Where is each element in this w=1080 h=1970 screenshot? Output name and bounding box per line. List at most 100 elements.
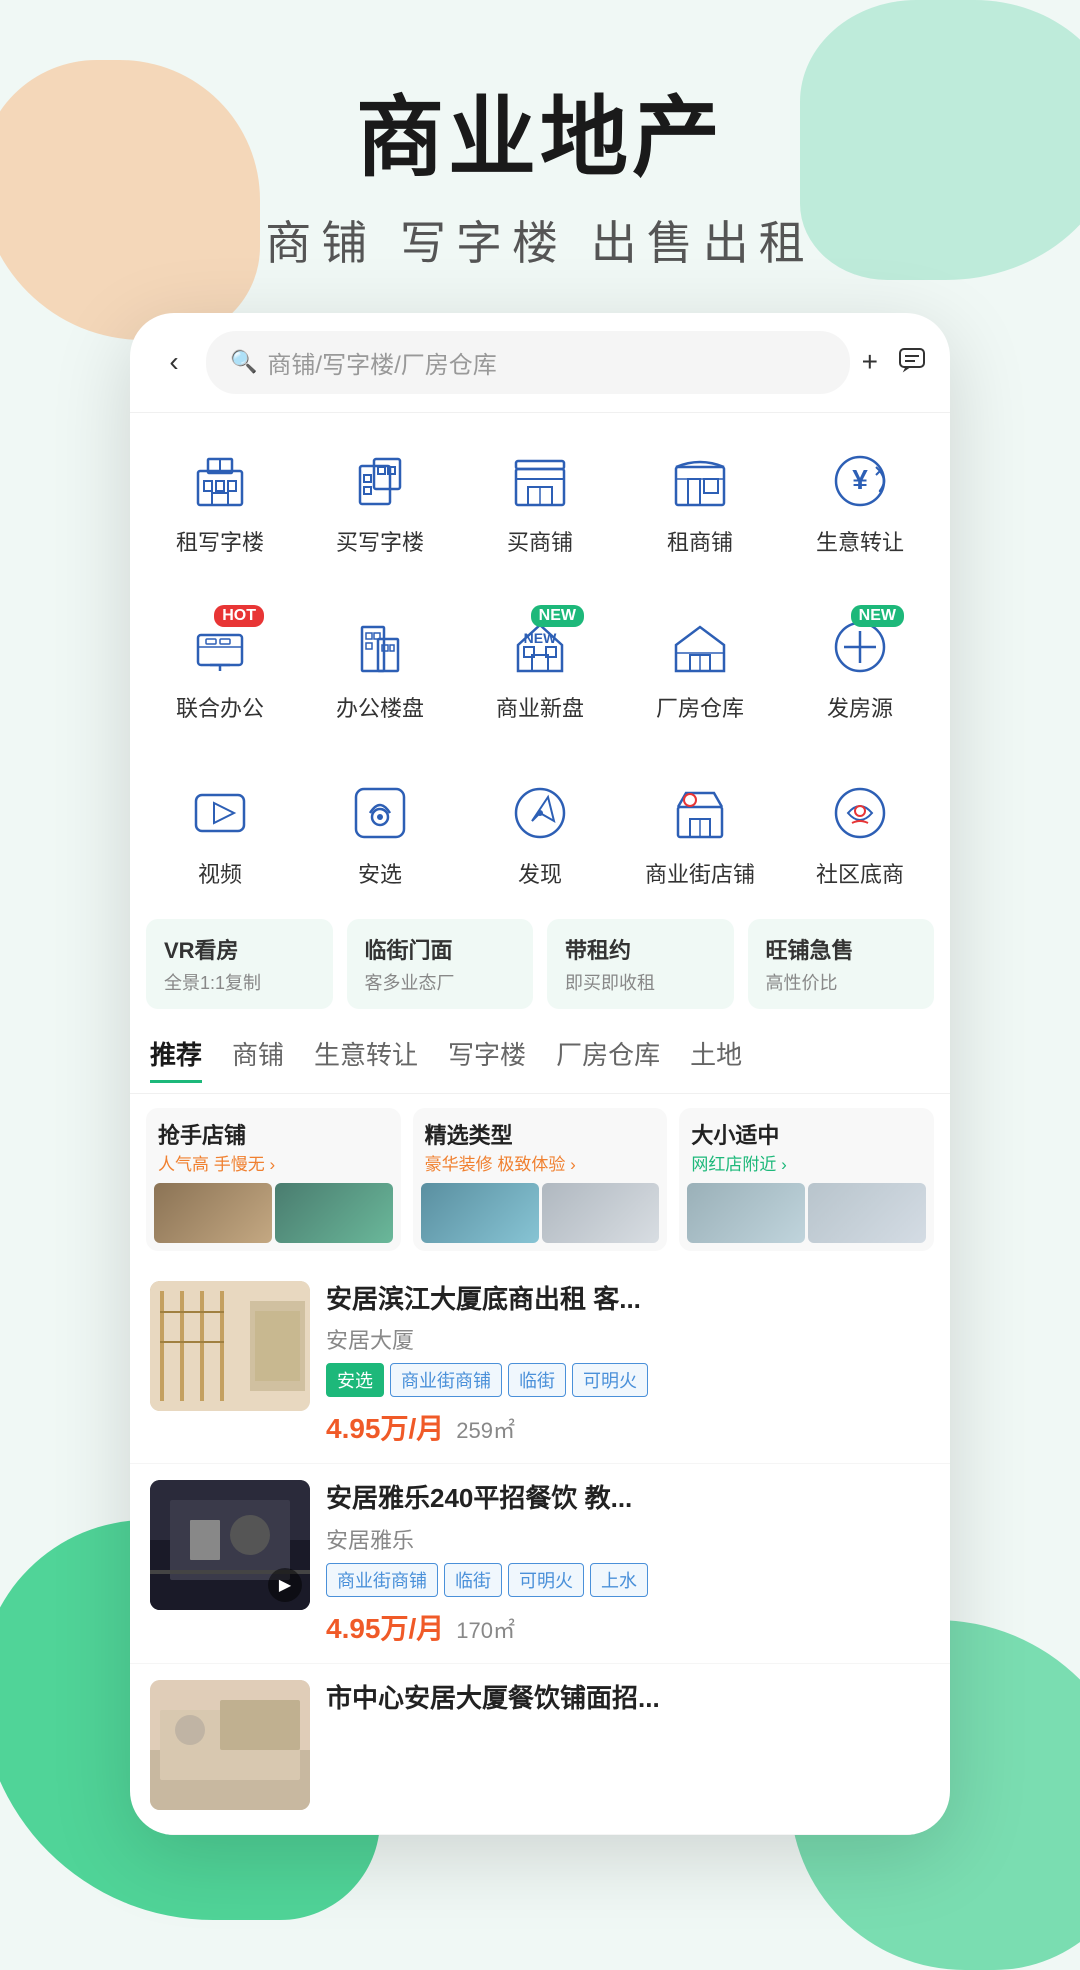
cat-transfer-biz-icon-wrap: ¥ bbox=[824, 445, 896, 517]
feat-tag-street-front-title: 临街门面 bbox=[365, 933, 516, 965]
promo-card-right-size-title: 大小适中 bbox=[691, 1118, 922, 1150]
feat-tag-with-rent-sub: 即买即收租 bbox=[565, 969, 716, 995]
cat-buy-office-icon-wrap bbox=[344, 445, 416, 517]
feat-tag-street-front-sub: 客多业态厂 bbox=[365, 969, 516, 995]
page-main-title: 商业地产 bbox=[0, 90, 1080, 187]
search-icon: 🔍 bbox=[230, 349, 257, 375]
cat-video-label: 视频 bbox=[198, 857, 242, 889]
cat-video[interactable]: 视频 bbox=[140, 765, 300, 901]
cat-commercial-new-label: 商业新盘 bbox=[496, 691, 584, 723]
chat-button[interactable] bbox=[898, 345, 926, 380]
cat-rent-office-icon-wrap bbox=[184, 445, 256, 517]
back-button[interactable]: ‹ bbox=[154, 346, 194, 378]
feat-tag-urgent-sell-sub: 高性价比 bbox=[766, 969, 917, 995]
cat-transfer-biz[interactable]: ¥ 生意转让 bbox=[780, 433, 940, 569]
cat-buy-shop[interactable]: 买商铺 bbox=[460, 433, 620, 569]
badge-hot: HOT bbox=[214, 605, 264, 627]
add-button[interactable]: + bbox=[862, 346, 878, 378]
tag-anxuan: 安选 bbox=[326, 1363, 384, 1397]
cat-post-source[interactable]: NEW 发房源 bbox=[780, 599, 940, 735]
listing-1-info: 安居滨江大厦底商出租 客... 安居大厦 安选 商业街商铺 临街 可明火 4.9… bbox=[326, 1281, 930, 1447]
listing-1-price-row: 4.95万/月 259㎡ bbox=[326, 1407, 930, 1447]
promo-img-3 bbox=[421, 1183, 539, 1243]
tag-street-shop: 商业街商铺 bbox=[390, 1363, 502, 1397]
cat-buy-office[interactable]: 买写字楼 bbox=[300, 433, 460, 569]
promo-card-grab-shop-title: 抢手店铺 bbox=[158, 1118, 389, 1150]
promo-card-selected-type-header: 精选类型 豪华装修 极致体验 › bbox=[413, 1108, 668, 1179]
svg-text:¥: ¥ bbox=[852, 464, 868, 495]
page-sub-title: 商铺 写字楼 出售出租 bbox=[0, 207, 1080, 273]
cat-community-shop-label: 社区底商 bbox=[816, 857, 904, 889]
listing-2-play-button[interactable]: ▶ bbox=[268, 1568, 302, 1602]
cat-office-building[interactable]: 办公楼盘 bbox=[300, 599, 460, 735]
promo-card-selected-type[interactable]: 精选类型 豪华装修 极致体验 › bbox=[413, 1108, 668, 1251]
promo-img-6 bbox=[808, 1183, 926, 1243]
tag-2-street-shop: 商业街商铺 bbox=[326, 1563, 438, 1597]
cat-discover[interactable]: 发现 bbox=[460, 765, 620, 901]
cat-rent-shop-label: 租商铺 bbox=[667, 525, 733, 557]
feat-tag-street-front[interactable]: 临街门面 客多业态厂 bbox=[347, 919, 534, 1009]
cat-commercial-new[interactable]: NEW NEW 商业新盘 bbox=[460, 599, 620, 735]
feat-tag-with-rent[interactable]: 带租约 即买即收租 bbox=[547, 919, 734, 1009]
cat-warehouse[interactable]: 厂房仓库 bbox=[620, 599, 780, 735]
search-bar[interactable]: 🔍 商铺/写字楼/厂房仓库 bbox=[206, 331, 850, 394]
listing-item-2[interactable]: ▶ 安居雅乐240平招餐饮 教... 安居雅乐 商业街商铺 临街 可明火 上水 … bbox=[130, 1464, 950, 1663]
promo-card-grab-shop-imgs bbox=[146, 1179, 401, 1251]
top-bar-actions: + bbox=[862, 345, 926, 380]
cat-buy-office-label: 买写字楼 bbox=[336, 525, 424, 557]
cat-cowork[interactable]: HOT 联合办公 bbox=[140, 599, 300, 735]
cat-street-shops-icon-wrap bbox=[664, 777, 736, 849]
promo-card-grab-shop-sub: 人气高 手慢无 › bbox=[158, 1150, 389, 1175]
cat-community-shop-icon-wrap bbox=[824, 777, 896, 849]
cat-video-icon-wrap bbox=[184, 777, 256, 849]
cat-cowork-icon-wrap: HOT bbox=[184, 611, 256, 683]
category-grid-row2: HOT 联合办公 bbox=[130, 579, 950, 745]
tabs-row: 推荐 商铺 生意转让 写字楼 厂房仓库 土地 bbox=[130, 1025, 950, 1094]
cat-street-shops[interactable]: 商业街店铺 bbox=[620, 765, 780, 901]
listing-3-title: 市中心安居大厦餐饮铺面招... bbox=[326, 1680, 930, 1716]
cat-office-building-label: 办公楼盘 bbox=[336, 691, 424, 723]
cat-warehouse-label: 厂房仓库 bbox=[656, 691, 744, 723]
listing-item-1[interactable]: 安居滨江大厦底商出租 客... 安居大厦 安选 商业街商铺 临街 可明火 4.9… bbox=[130, 1265, 950, 1464]
promo-card-right-size-header: 大小适中 网红店附近 › bbox=[679, 1108, 934, 1179]
listing-1-building: 安居大厦 bbox=[326, 1323, 930, 1355]
cat-street-shops-label: 商业街店铺 bbox=[645, 857, 755, 889]
promo-card-grab-shop-header: 抢手店铺 人气高 手慢无 › bbox=[146, 1108, 401, 1179]
feat-tag-with-rent-title: 带租约 bbox=[565, 933, 716, 965]
feat-tag-urgent-sell-title: 旺铺急售 bbox=[766, 933, 917, 965]
top-bar: ‹ 🔍 商铺/写字楼/厂房仓库 + bbox=[130, 313, 950, 413]
listing-1-price: 4.95万/月 bbox=[326, 1407, 444, 1447]
cat-rent-office[interactable]: 租写字楼 bbox=[140, 433, 300, 569]
listing-1-thumb bbox=[150, 1281, 310, 1411]
promo-img-2 bbox=[275, 1183, 393, 1243]
cat-post-source-label: 发房源 bbox=[827, 691, 893, 723]
promo-card-selected-type-title: 精选类型 bbox=[425, 1118, 656, 1150]
cat-rent-shop[interactable]: 租商铺 bbox=[620, 433, 780, 569]
promo-card-right-size-imgs bbox=[679, 1179, 934, 1251]
category-grid-row3: 视频 安选 发现 bbox=[130, 745, 950, 911]
tab-recommend[interactable]: 推荐 bbox=[150, 1035, 202, 1083]
listing-item-3[interactable]: 市中心安居大厦餐饮铺面招... bbox=[130, 1664, 950, 1835]
feat-tag-vr[interactable]: VR看房 全景1:1复制 bbox=[146, 919, 333, 1009]
promo-card-grab-shop[interactable]: 抢手店铺 人气高 手慢无 › bbox=[146, 1108, 401, 1251]
cat-community-shop[interactable]: 社区底商 bbox=[780, 765, 940, 901]
category-grid-row1: 租写字楼 买写字楼 bbox=[130, 413, 950, 579]
tab-transfer[interactable]: 生意转让 bbox=[314, 1035, 418, 1083]
feat-tag-urgent-sell[interactable]: 旺铺急售 高性价比 bbox=[748, 919, 935, 1009]
tab-land[interactable]: 土地 bbox=[690, 1035, 742, 1083]
tab-warehouse[interactable]: 厂房仓库 bbox=[556, 1035, 660, 1083]
cat-anxuan[interactable]: 安选 bbox=[300, 765, 460, 901]
badge-new-post: NEW bbox=[851, 605, 904, 627]
cat-discover-icon-wrap bbox=[504, 777, 576, 849]
tab-shops[interactable]: 商铺 bbox=[232, 1035, 284, 1083]
promo-img-1 bbox=[154, 1183, 272, 1243]
promo-card-right-size[interactable]: 大小适中 网红店附近 › bbox=[679, 1108, 934, 1251]
tag-open-fire: 可明火 bbox=[572, 1363, 648, 1397]
cat-anxuan-icon-wrap bbox=[344, 777, 416, 849]
listing-2-price: 4.95万/月 bbox=[326, 1607, 444, 1647]
tab-office[interactable]: 写字楼 bbox=[448, 1035, 526, 1083]
svg-text:NEW: NEW bbox=[524, 630, 557, 646]
cat-commercial-new-icon-wrap: NEW NEW bbox=[504, 611, 576, 683]
promo-card-right-size-sub: 网红店附近 › bbox=[691, 1150, 922, 1175]
cat-cowork-label: 联合办公 bbox=[176, 691, 264, 723]
